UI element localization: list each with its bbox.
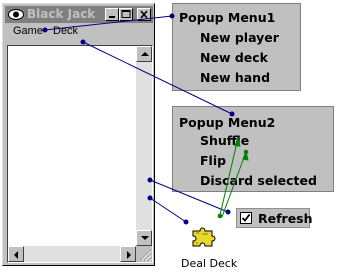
connector-dot [183, 219, 189, 225]
connector-overlay [42, 13, 249, 225]
arrowhead-icon [234, 136, 241, 147]
connector-game-to-popup1 [44, 15, 173, 31]
connector-deck-to-popup2 [82, 41, 233, 115]
connector-dot [80, 39, 86, 45]
connector-dot [147, 177, 153, 183]
arrow-flip-to-refresh [221, 151, 247, 218]
connector-dot [229, 111, 235, 117]
connector-dot [217, 213, 223, 219]
connector-client-to-refresh [149, 179, 229, 213]
connector-dot [147, 195, 153, 201]
connector-dot [243, 149, 249, 155]
arrow-shuffle-to-refresh [219, 137, 239, 216]
connector-dot [42, 27, 48, 33]
connector-client-to-deal-deck [149, 197, 187, 223]
connector-dot [225, 209, 231, 215]
connector-dot [169, 13, 175, 19]
